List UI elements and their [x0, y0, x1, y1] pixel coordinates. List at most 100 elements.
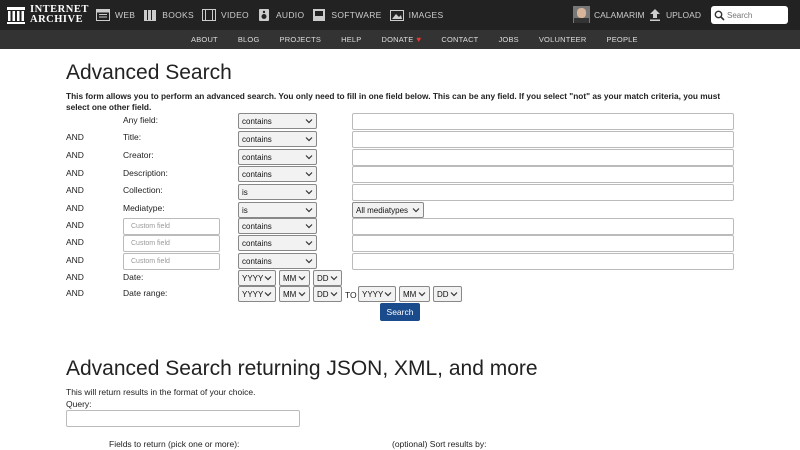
and-label: AND — [66, 185, 84, 195]
chevron-down-icon — [264, 276, 272, 281]
mediatype-operator-select[interactable]: is — [238, 202, 317, 218]
custom-field-1-operator-select[interactable]: contains — [238, 218, 317, 234]
date-year-select[interactable]: YYYY — [238, 270, 276, 286]
nav-books[interactable]: BOOKS — [143, 0, 194, 30]
user-menu[interactable]: CALAMARIM — [573, 6, 645, 23]
custom-field-3-value-input[interactable] — [352, 253, 734, 270]
custom-field-3-input[interactable]: Custom field — [123, 253, 220, 270]
query-input[interactable] — [66, 410, 300, 427]
subnav-jobs[interactable]: JOBS — [498, 35, 518, 44]
form-intro: This form allows you to perform an advan… — [66, 91, 721, 112]
upload-label: UPLOAD — [666, 9, 701, 20]
chevron-down-icon — [305, 155, 313, 160]
nav-software-label: SOFTWARE — [331, 10, 382, 20]
and-label: AND — [66, 288, 84, 298]
upload-button[interactable]: UPLOAD — [649, 8, 701, 21]
query-label: Query: — [66, 399, 92, 409]
chevron-down-icon — [450, 292, 458, 297]
custom-field-3-operator-select[interactable]: contains — [238, 253, 317, 269]
secondary-nav: ABOUT BLOG PROJECTS HELP DONATE ♥ CONTACT… — [0, 30, 800, 49]
label-creator: Creator: — [123, 150, 154, 160]
username: CALAMARIM — [594, 9, 645, 20]
label-any-field: Any field: — [123, 115, 158, 125]
subnav-donate[interactable]: DONATE ♥ — [382, 35, 422, 44]
label-mediatype: Mediatype: — [123, 203, 165, 213]
chevron-down-icon — [305, 190, 313, 195]
custom-field-2-value-input[interactable] — [352, 235, 734, 252]
internet-archive-logo[interactable]: INTERNET ARCHIVE — [6, 4, 89, 26]
nav-web[interactable]: WEB — [96, 0, 135, 30]
images-icon — [389, 10, 404, 21]
label-date: Date: — [123, 272, 144, 282]
chevron-down-icon — [412, 208, 420, 213]
nav-software[interactable]: SOFTWARE — [312, 0, 381, 30]
date-day-select[interactable]: DD — [313, 270, 342, 286]
subnav-contact[interactable]: CONTACT — [441, 35, 478, 44]
chevron-down-icon — [305, 172, 313, 177]
nav-video[interactable]: VIDEO — [202, 0, 249, 30]
and-label: AND — [66, 150, 84, 160]
collection-input[interactable] — [352, 184, 734, 201]
range-from-day-select[interactable]: DD — [313, 286, 342, 302]
title-input[interactable] — [352, 131, 734, 148]
nav-books-label: BOOKS — [162, 10, 194, 20]
chevron-down-icon — [418, 292, 426, 297]
custom-field-2-input[interactable]: Custom field — [123, 235, 220, 252]
range-from-year-select[interactable]: YYYY — [238, 286, 276, 302]
upload-icon — [650, 9, 660, 21]
date-month-select[interactable]: MM — [279, 270, 310, 286]
avatar — [573, 6, 590, 23]
video-icon — [202, 9, 216, 21]
range-to-day-select[interactable]: DD — [433, 286, 462, 302]
description-input[interactable] — [352, 166, 734, 183]
nav-web-label: WEB — [115, 10, 136, 20]
chevron-down-icon — [264, 292, 272, 297]
header-search[interactable] — [711, 6, 788, 24]
and-label: AND — [66, 132, 84, 142]
subnav-help[interactable]: HELP — [341, 35, 361, 44]
nav-audio-label: AUDIO — [275, 10, 305, 20]
archive-building-icon — [7, 7, 25, 24]
chevron-down-icon — [298, 276, 306, 281]
label-title: Title: — [123, 132, 142, 142]
creator-operator-select[interactable]: contains — [238, 149, 317, 165]
label-description: Description: — [123, 168, 168, 178]
and-label: AND — [66, 220, 84, 230]
custom-field-1-value-input[interactable] — [352, 218, 734, 235]
subnav-volunteer[interactable]: VOLUNTEER — [539, 35, 587, 44]
range-to-month-select[interactable]: MM — [399, 286, 430, 302]
title-operator-select[interactable]: contains — [238, 131, 317, 147]
chevron-down-icon — [305, 137, 313, 142]
and-label: AND — [66, 272, 84, 282]
range-from-month-select[interactable]: MM — [279, 286, 310, 302]
subnav-projects[interactable]: PROJECTS — [280, 35, 322, 44]
mediatype-value-select[interactable]: All mediatypes — [352, 202, 424, 218]
and-label: AND — [66, 237, 84, 247]
json-section-intro: This will return results in the format o… — [66, 387, 256, 397]
description-operator-select[interactable]: contains — [238, 166, 317, 182]
chevron-down-icon — [384, 292, 392, 297]
nav-images[interactable]: IMAGES — [389, 0, 444, 30]
subnav-people[interactable]: PEOPLE — [607, 35, 638, 44]
search-button[interactable]: Search — [380, 303, 420, 321]
subnav-about[interactable]: ABOUT — [191, 35, 218, 44]
custom-field-1-input[interactable]: Custom field — [123, 218, 220, 235]
collection-operator-select[interactable]: is — [238, 184, 317, 200]
chevron-down-icon — [305, 208, 313, 213]
any-field-operator-select[interactable]: contains — [238, 113, 317, 129]
web-icon — [96, 9, 110, 21]
any-field-input[interactable] — [352, 113, 734, 130]
subnav-donate-label: DONATE — [381, 35, 414, 44]
subnav-blog[interactable]: BLOG — [238, 35, 260, 44]
heart-icon: ♥ — [416, 35, 422, 44]
nav-audio[interactable]: AUDIO — [257, 0, 304, 30]
fields-to-return-label: Fields to return (pick one or more): — [109, 439, 240, 449]
header-search-input[interactable] — [727, 10, 785, 20]
creator-input[interactable] — [352, 149, 734, 166]
range-to-year-select[interactable]: YYYY — [358, 286, 396, 302]
custom-field-2-operator-select[interactable]: contains — [238, 235, 317, 251]
top-bar: INTERNET ARCHIVE WEB BOOKS VIDEO AUDIO S… — [0, 0, 800, 30]
label-date-range: Date range: — [123, 288, 168, 298]
chevron-down-icon — [305, 224, 313, 229]
chevron-down-icon — [305, 259, 313, 264]
